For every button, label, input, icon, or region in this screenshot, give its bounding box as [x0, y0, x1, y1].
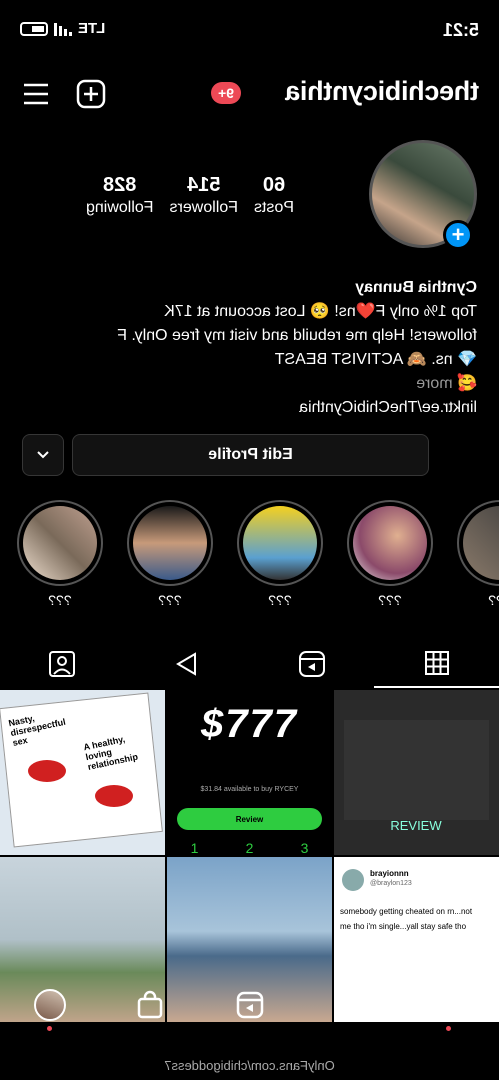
profile-avatar[interactable]: + — [363, 140, 477, 254]
story-highlight[interactable]: ??? — [17, 500, 103, 608]
followers-count[interactable]: 514 Followers — [170, 174, 238, 217]
edit-profile-button[interactable]: Edit Profile — [72, 434, 429, 476]
new-post-icon[interactable] — [75, 78, 107, 110]
posts-count[interactable]: 60 Posts — [254, 174, 294, 217]
home-icon — [435, 991, 463, 1019]
status-bar: 5:21 LTE — [0, 16, 499, 46]
play-icon — [176, 652, 197, 676]
tweet-text: somebody getting cheated on rn...not me … — [340, 907, 473, 931]
tab-tagged[interactable] — [0, 640, 125, 688]
menu-icon[interactable] — [20, 78, 52, 110]
bio-line: followers! Help me rebuild and visit my … — [117, 327, 477, 344]
notification-dot — [46, 1026, 52, 1031]
tab-reels[interactable] — [250, 640, 375, 688]
search-icon — [336, 992, 362, 1018]
post-thumbnail[interactable]: $777 $31.84 available to buy RYCEY Revie… — [167, 690, 332, 855]
nav-shop[interactable] — [130, 985, 170, 1025]
network-type: LTE — [78, 20, 106, 37]
story-highlight[interactable]: ??? — [237, 500, 323, 608]
suggested-dropdown-button[interactable] — [22, 434, 64, 476]
watermark: OnlyFans.com/chibigoddess7 — [164, 1058, 335, 1073]
tab-guides[interactable] — [125, 640, 250, 688]
tweet-handle: brayionnn — [370, 869, 409, 878]
nav-home[interactable] — [429, 985, 469, 1031]
display-name: Cynthia Bunnay — [355, 279, 477, 296]
red-button — [95, 785, 133, 807]
following-count[interactable]: 828 Following — [86, 174, 154, 217]
bio-line-last: 🥰 more — [416, 375, 477, 392]
reels-icon — [236, 991, 263, 1019]
nav-profile[interactable] — [30, 985, 70, 1031]
review-button: Review — [177, 808, 322, 830]
story-highlight[interactable]: ??? — [347, 500, 433, 608]
reels-icon — [298, 651, 325, 677]
number-row: 1 2 3 — [190, 840, 309, 855]
tweet-avatar — [342, 869, 364, 891]
add-story-icon[interactable]: + — [443, 220, 473, 250]
post-price: $777 — [201, 702, 298, 746]
clock: 5:21 — [442, 20, 479, 40]
post-thumbnail[interactable]: REVIEW — [334, 690, 499, 855]
status-icons: LTE — [20, 20, 105, 37]
shop-icon — [137, 990, 162, 1019]
bottom-navigation — [0, 975, 499, 1035]
notification-badge[interactable]: 9+ — [211, 82, 241, 104]
battery-icon — [20, 21, 48, 36]
red-button — [28, 760, 66, 782]
bio-link[interactable]: linktr.ee/TheChibiCynthia — [17, 396, 477, 420]
profile-header: thechibicynthia 9+ — [0, 72, 499, 116]
tweet-sub: @braylon123 — [370, 880, 412, 887]
tagged-icon — [49, 651, 76, 677]
bio-line: Top 1% only F❤️ns! 🥺 Lost account at 17K — [164, 303, 477, 320]
profile-tabs — [0, 640, 499, 688]
post-caption: $31.84 available to buy RYCEY — [200, 786, 299, 793]
signal-icon — [54, 22, 72, 36]
story-highlight[interactable]: ??? — [127, 500, 213, 608]
nav-reels[interactable] — [230, 985, 270, 1025]
bio-line: 💎 ns. 🙈 ACTIVIST BEAST — [274, 351, 477, 368]
post-thumbnail[interactable]: Nasty, disrespectful sex A healthy, lovi… — [0, 690, 165, 855]
profile-bio: Cynthia Bunnay Top 1% only F❤️ns! 🥺 Lost… — [17, 276, 477, 420]
more-link[interactable]: more — [416, 375, 452, 392]
svg-text:REVIEW: REVIEW — [390, 818, 442, 833]
nav-search[interactable] — [329, 985, 369, 1025]
story-highlight[interactable]: ??? — [457, 500, 499, 608]
post-image: REVIEW — [334, 690, 499, 855]
chevron-down-icon — [37, 451, 49, 459]
grid-icon — [424, 651, 449, 675]
username-title[interactable]: thechibicynthia — [285, 76, 479, 107]
profile-stats: 60 Posts 514 Followers 828 Following — [86, 174, 294, 217]
notification-dot — [446, 1026, 452, 1031]
tab-posts[interactable] — [374, 640, 499, 688]
profile-avatar-icon — [33, 989, 66, 1021]
